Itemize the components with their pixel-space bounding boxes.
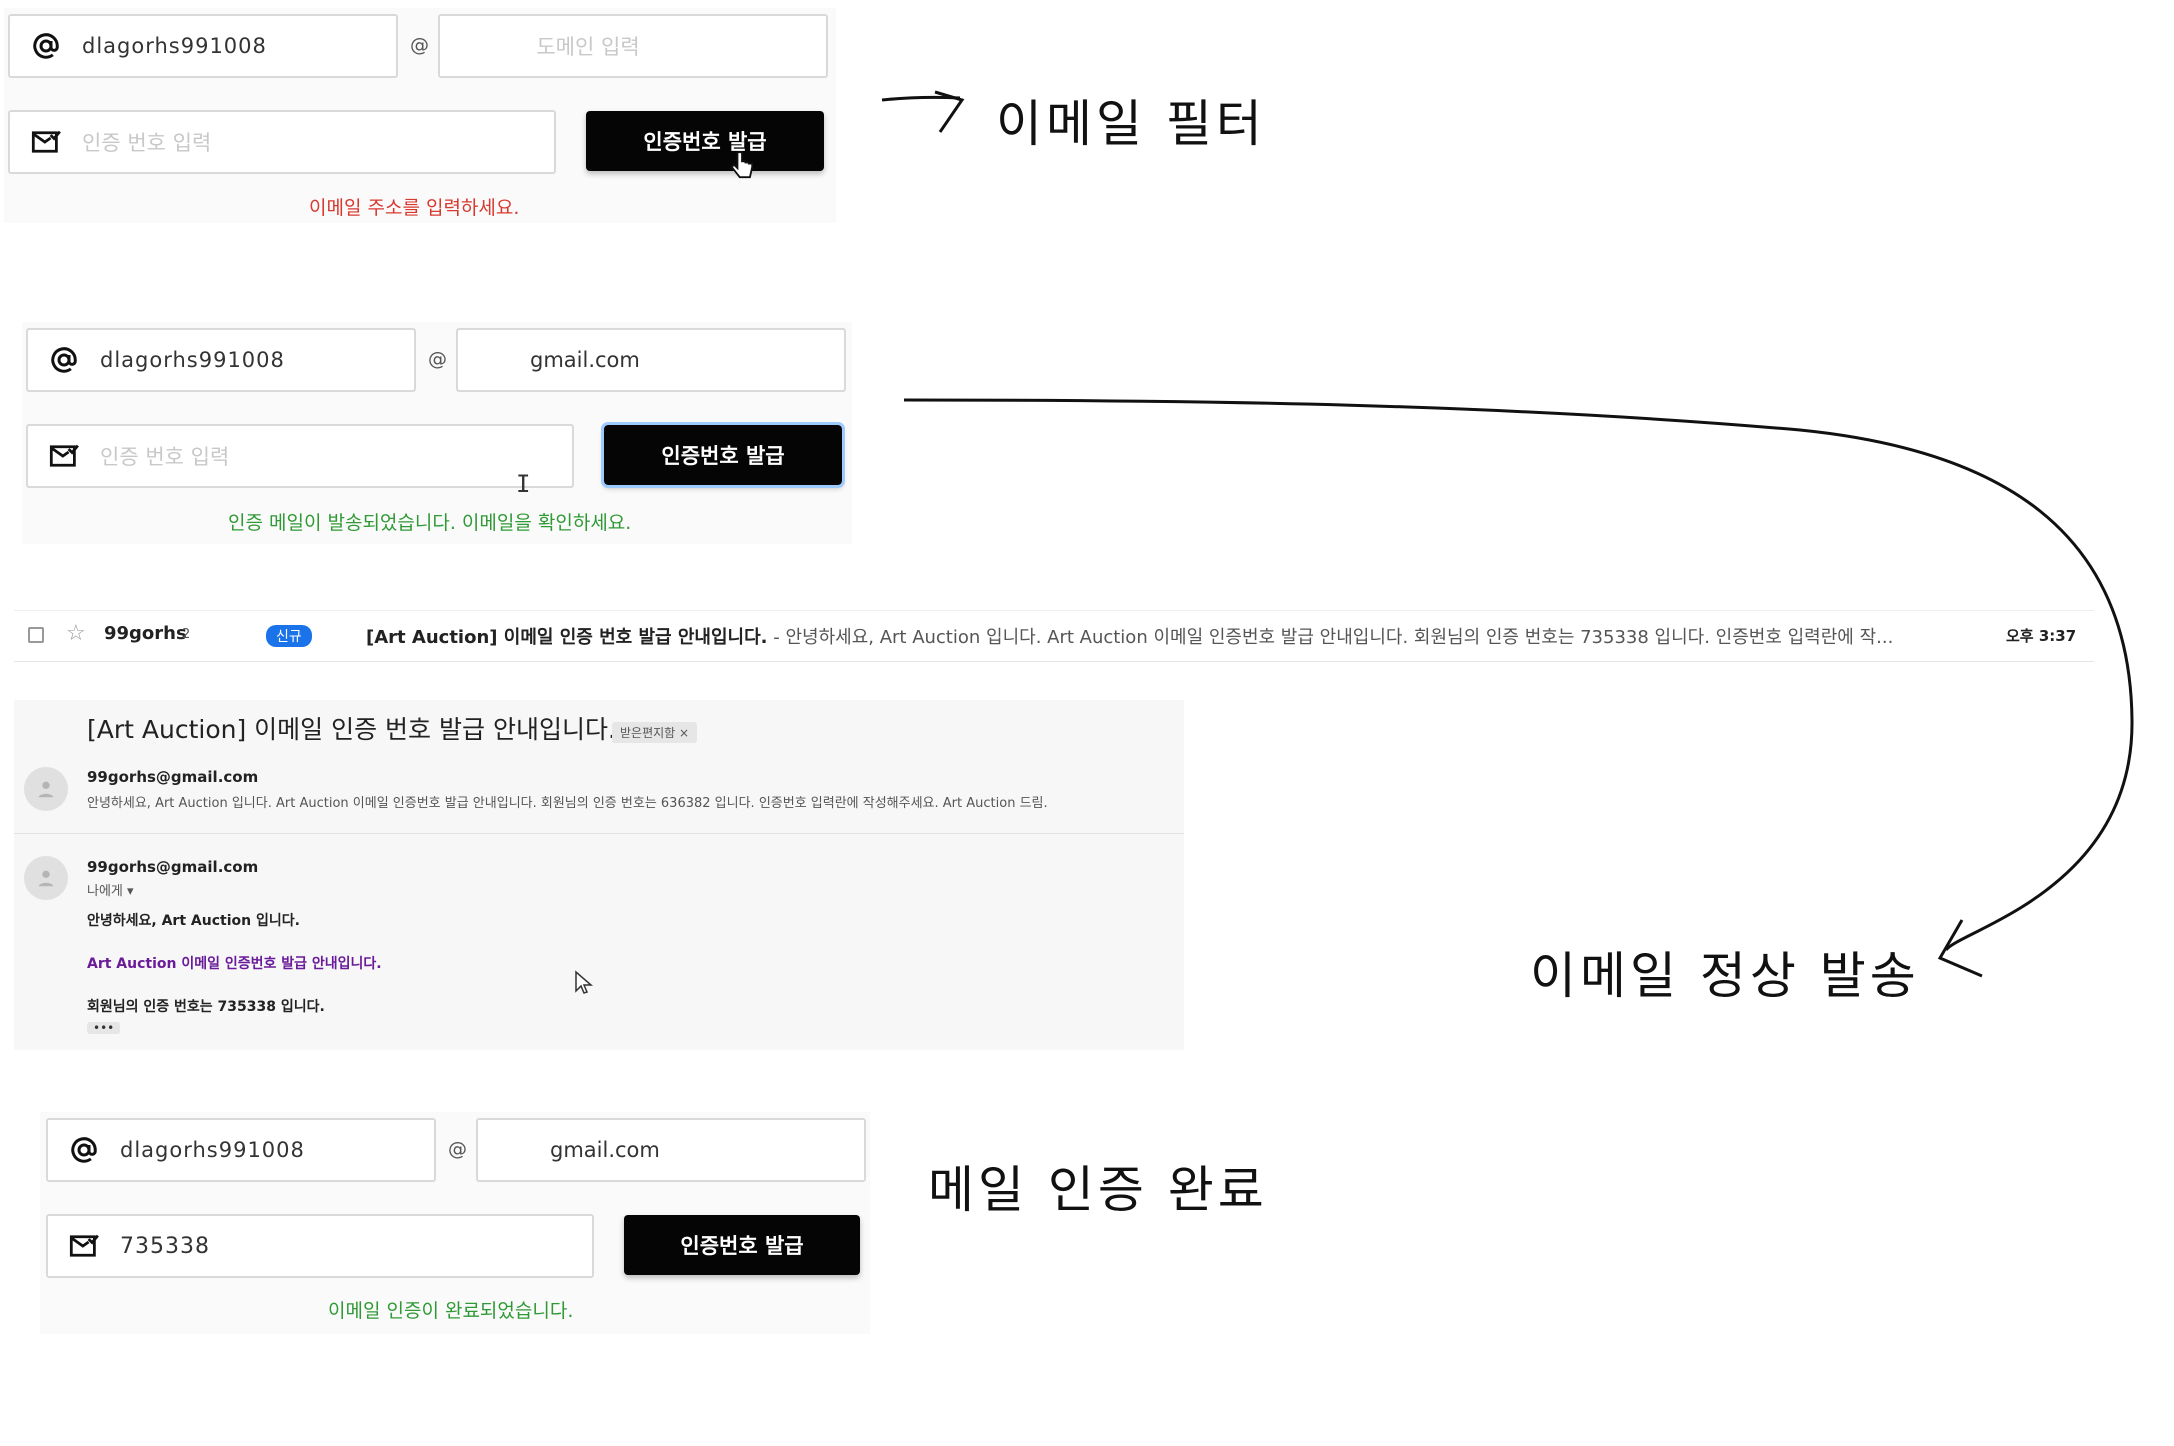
at-separator: @ [448,1138,467,1160]
row-count: 2 [182,627,191,642]
mail-view: [Art Auction] 이메일 인증 번호 발급 안내입니다. 받은편지함 … [14,700,1184,1050]
row-checkbox[interactable] [28,627,44,643]
msg2-sender: 99gorhs@gmail.com [87,858,259,876]
avatar [24,767,68,811]
at-icon [28,345,100,375]
domain-input[interactable]: 도메인 입력 [438,14,828,78]
email-local-input[interactable]: dlagorhs991008 [26,328,416,392]
email-local-value: dlagorhs991008 [120,1138,305,1162]
mail-check-icon [48,1232,120,1260]
at-icon [48,1135,120,1165]
inbox-label[interactable]: 받은편지함 × [612,722,698,743]
domain-value: gmail.com [530,348,640,372]
mail-subject: [Art Auction] 이메일 인증 번호 발급 안내입니다. [87,715,616,744]
email-local-value: dlagorhs991008 [82,34,267,58]
row-subject: [Art Auction] 이메일 인증 번호 발급 안내입니다. [366,627,768,648]
row-time: 오후 3:37 [2006,627,2077,645]
issue-code-button[interactable]: 인증번호 발급 [601,422,845,488]
message-divider [14,833,1184,834]
msg2-recipient[interactable]: 나에게 ▾ [87,880,134,899]
code-placeholder: 인증 번호 입력 [100,445,230,469]
inbox-row[interactable]: ☆ 99gorhs 2 신규 [Art Auction] 이메일 인증 번호 발… [14,610,2094,662]
row-sender: 99gorhs [104,623,187,644]
domain-input[interactable]: gmail.com [456,328,846,392]
email-local-value: dlagorhs991008 [100,348,285,372]
annotation-filter: 이메일 필터 [996,95,1266,153]
pointer-cursor-icon [574,970,594,1000]
domain-value: gmail.com [550,1138,660,1162]
arrow-right-icon [881,90,965,133]
filter-message: 이메일 주소를 입력하세요. [309,197,520,219]
new-badge: 신규 [266,625,312,647]
annotation-done: 메일 인증 완료 [928,1161,1268,1219]
body-line-1: 안녕하세요, Art Auction 입니다. [87,913,300,929]
code-input[interactable]: 인증 번호 입력 [8,110,556,174]
issue-code-button[interactable]: 인증번호 발급 [586,111,824,171]
code-value: 735338 [120,1233,210,1259]
at-separator: @ [410,34,429,56]
email-local-input[interactable]: dlagorhs991008 [8,14,398,78]
code-input[interactable]: 735338 [46,1214,594,1278]
hand-cursor-icon [728,150,756,188]
domain-placeholder: 도메인 입력 [536,35,640,59]
code-input[interactable]: 인증 번호 입력 [26,424,574,488]
show-more-button[interactable]: ••• [87,1022,121,1034]
at-icon [10,31,82,61]
annotation-sent: 이메일 정상 발송 [1530,947,1920,1005]
msg1-snippet[interactable]: 안녕하세요, Art Auction 입니다. Art Auction 이메일 … [87,792,1048,811]
domain-input[interactable]: gmail.com [476,1118,866,1182]
code-placeholder: 인증 번호 입력 [82,131,212,155]
email-local-input[interactable]: dlagorhs991008 [46,1118,436,1182]
issue-code-button[interactable]: 인증번호 발급 [624,1215,860,1275]
mail-check-icon [28,442,100,470]
body-line-2: Art Auction 이메일 인증번호 발급 안내입니다. [87,956,382,972]
text-cursor-icon: I [516,470,531,498]
verified-message: 이메일 인증이 완료되었습니다. [328,1300,574,1322]
avatar [24,856,68,900]
body-line-3: 회원님의 인증 번호는 735338 입니다. [87,999,325,1015]
row-snippet: - 안녕하세요, Art Auction 입니다. Art Auction 이메… [767,627,1894,648]
mail-check-icon [10,128,82,156]
star-icon[interactable]: ☆ [66,621,86,646]
msg1-sender: 99gorhs@gmail.com [87,768,259,786]
sent-message: 인증 메일이 발송되었습니다. 이메일을 확인하세요. [228,512,632,534]
at-separator: @ [428,348,447,370]
row-subject-line: [Art Auction] 이메일 인증 번호 발급 안내입니다. - 안녕하세… [366,623,1893,649]
